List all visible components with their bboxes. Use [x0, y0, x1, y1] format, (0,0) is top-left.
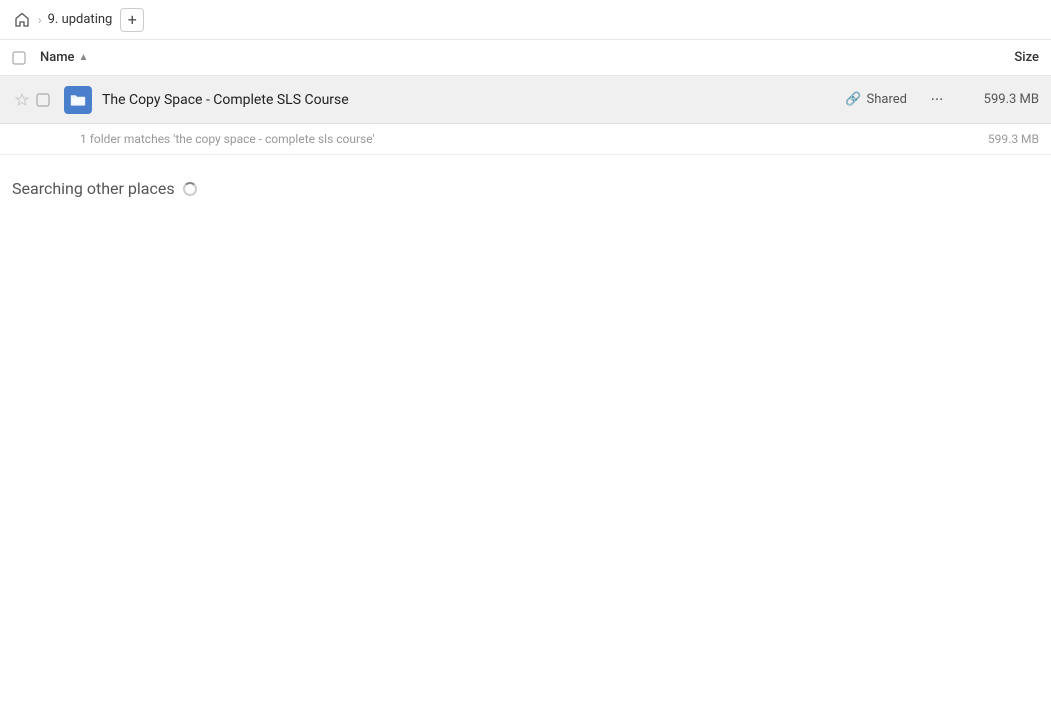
shared-label: Shared: [867, 92, 907, 107]
breadcrumb-label[interactable]: 9. updating: [48, 12, 113, 27]
column-header-row: Name ▲ Size: [0, 40, 1051, 76]
link-icon: 🔗: [845, 92, 861, 107]
folder-icon: [64, 86, 92, 114]
header-checkbox[interactable]: [12, 51, 32, 65]
match-info-size: 599.3 MB: [959, 132, 1039, 146]
star-icon[interactable]: [12, 90, 32, 110]
header-name-column[interactable]: Name ▲: [40, 50, 939, 65]
breadcrumb-separator: ›: [38, 13, 42, 27]
more-options-button[interactable]: ···: [923, 86, 951, 114]
file-name-label: The Copy Space - Complete SLS Course: [102, 92, 845, 108]
header-sort-icon: ▲: [79, 52, 89, 63]
match-info-row: 1 folder matches 'the copy space - compl…: [0, 124, 1051, 155]
file-size: 599.3 MB: [959, 92, 1039, 107]
match-info-text: 1 folder matches 'the copy space - compl…: [80, 132, 959, 146]
header-size-column[interactable]: Size: [939, 50, 1039, 65]
searching-section: Searching other places: [0, 155, 1051, 222]
file-checkbox[interactable]: [36, 93, 56, 107]
searching-label: Searching other places: [12, 179, 175, 198]
shared-badge: 🔗 Shared: [845, 92, 907, 107]
loading-spinner: [183, 182, 197, 196]
home-icon[interactable]: [12, 10, 32, 30]
topbar: › 9. updating +: [0, 0, 1051, 40]
file-row[interactable]: The Copy Space - Complete SLS Course 🔗 S…: [0, 76, 1051, 124]
header-name-label: Name: [40, 50, 75, 65]
add-button[interactable]: +: [120, 8, 144, 32]
